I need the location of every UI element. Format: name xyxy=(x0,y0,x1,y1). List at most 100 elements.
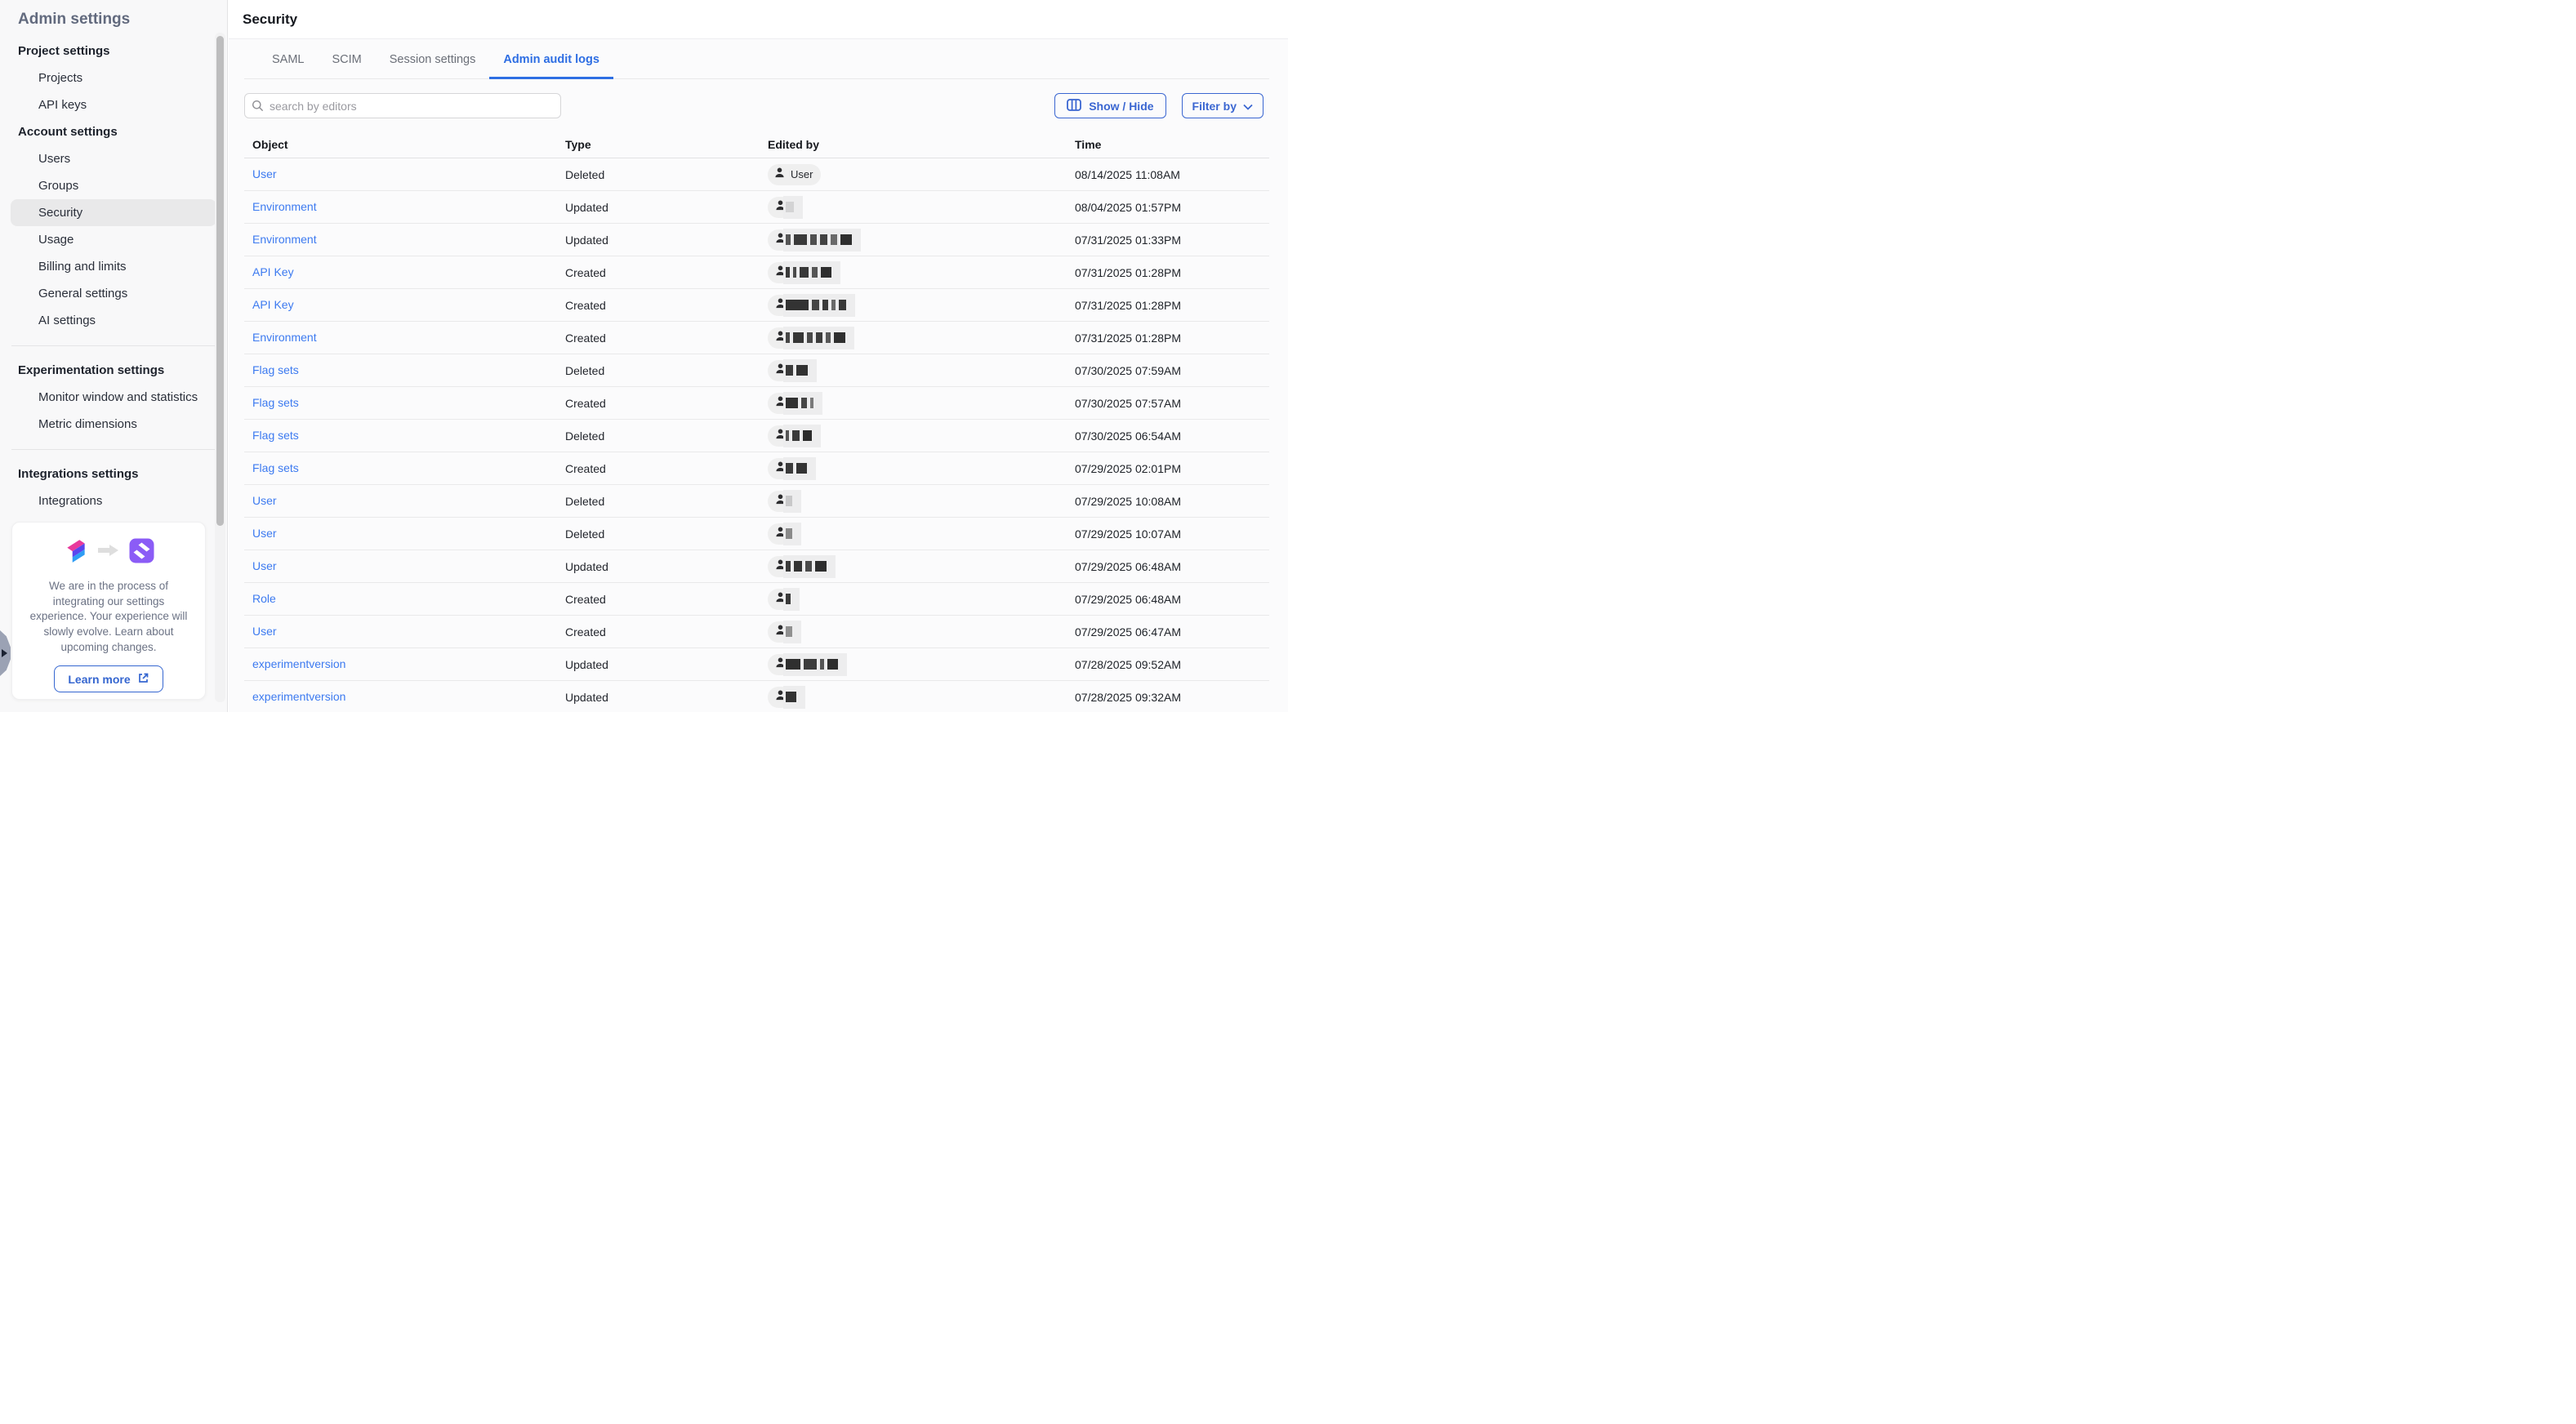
sidebar-item-monitor-window-and-statistics[interactable]: Monitor window and statistics xyxy=(11,384,216,411)
redacted-editor-name xyxy=(783,229,861,251)
object-link[interactable]: User xyxy=(252,559,277,572)
edited-by-cell xyxy=(768,588,1075,611)
redaction-block xyxy=(820,659,824,670)
time-cell: 07/29/2025 06:48AM xyxy=(1075,560,1269,573)
redaction-block xyxy=(810,398,813,408)
sidebar-item-groups[interactable]: Groups xyxy=(11,172,216,199)
time-cell: 07/29/2025 10:08AM xyxy=(1075,495,1269,508)
type-cell: Deleted xyxy=(565,527,768,541)
sidebar-section-heading-account-settings: Account settings xyxy=(0,118,227,145)
redaction-block xyxy=(792,430,800,441)
object-cell: experimentversion xyxy=(244,657,565,672)
sidebar-item-billing-and-limits[interactable]: Billing and limits xyxy=(11,253,216,280)
object-link[interactable]: Environment xyxy=(252,200,317,213)
sidebar-title: Admin settings xyxy=(0,0,227,38)
type-cell: Created xyxy=(565,397,768,410)
object-link[interactable]: User xyxy=(252,167,277,180)
object-link[interactable]: Role xyxy=(252,592,276,605)
time-cell: 07/30/2025 06:54AM xyxy=(1075,429,1269,443)
redaction-block xyxy=(826,332,831,343)
redaction-block xyxy=(804,659,817,670)
object-cell: User xyxy=(244,559,565,574)
sidebar-section-heading-integrations-settings: Integrations settings xyxy=(0,461,227,487)
sidebar-item-metric-dimensions[interactable]: Metric dimensions xyxy=(11,411,216,438)
search-input[interactable] xyxy=(244,93,561,118)
edited-by-cell xyxy=(768,490,1075,513)
learn-more-button[interactable]: Learn more xyxy=(54,665,163,692)
object-link[interactable]: User xyxy=(252,527,277,540)
time-cell: 07/29/2025 10:07AM xyxy=(1075,527,1269,541)
time-cell: 07/30/2025 07:57AM xyxy=(1075,397,1269,410)
object-link[interactable]: Flag sets xyxy=(252,429,299,442)
object-link[interactable]: Environment xyxy=(252,331,317,344)
sidebar-item-ai-settings[interactable]: AI settings xyxy=(11,307,216,334)
table-row: Flag setsCreated07/29/2025 02:01PM xyxy=(244,452,1269,485)
sidebar-item-general-settings[interactable]: General settings xyxy=(11,280,216,307)
object-link[interactable]: Flag sets xyxy=(252,461,299,474)
redacted-editor-name xyxy=(783,686,805,709)
object-link[interactable]: Flag sets xyxy=(252,363,299,376)
tab-admin-audit-logs[interactable]: Admin audit logs xyxy=(489,39,613,79)
time-cell: 07/28/2025 09:52AM xyxy=(1075,658,1269,671)
redaction-block xyxy=(786,463,793,474)
sidebar-item-usage[interactable]: Usage xyxy=(11,226,216,253)
time-cell: 07/28/2025 09:32AM xyxy=(1075,691,1269,704)
sidebar-item-users[interactable]: Users xyxy=(11,145,216,172)
edited-by-cell xyxy=(768,523,1075,545)
type-cell: Updated xyxy=(565,560,768,573)
redaction-block xyxy=(786,626,792,637)
show-hide-button[interactable]: Show / Hide xyxy=(1054,93,1165,118)
redacted-editor-name xyxy=(783,294,855,317)
redaction-block xyxy=(831,300,836,310)
redacted-editor-name xyxy=(783,196,803,219)
object-link[interactable]: experimentversion xyxy=(252,690,345,703)
object-link[interactable]: API Key xyxy=(252,265,294,278)
object-link[interactable]: User xyxy=(252,494,277,507)
redaction-block xyxy=(831,234,837,245)
tab-scim[interactable]: SCIM xyxy=(319,39,376,79)
tab-saml[interactable]: SAML xyxy=(258,39,319,79)
redacted-editor-name xyxy=(783,523,801,545)
edited-by-cell xyxy=(768,261,1075,284)
object-link[interactable]: Environment xyxy=(252,233,317,246)
redaction-block xyxy=(821,267,831,278)
redaction-block xyxy=(810,234,817,245)
redaction-block xyxy=(800,267,809,278)
sidebar-divider xyxy=(11,449,216,450)
promo-card: We are in the process of integrating our… xyxy=(11,522,206,700)
sidebar-item-projects[interactable]: Projects xyxy=(11,65,216,91)
redacted-editor-name xyxy=(783,653,847,676)
type-cell: Created xyxy=(565,462,768,475)
filter-by-label: Filter by xyxy=(1192,100,1237,113)
redaction-block xyxy=(815,561,827,572)
sidebar-item-api-keys[interactable]: API keys xyxy=(11,91,216,118)
time-cell: 07/31/2025 01:28PM xyxy=(1075,266,1269,279)
promo-logos xyxy=(12,537,205,567)
object-link[interactable]: API Key xyxy=(252,298,294,311)
harness-logo xyxy=(129,538,154,567)
filter-by-button[interactable]: Filter by xyxy=(1182,93,1263,118)
object-link[interactable]: Flag sets xyxy=(252,396,299,409)
redaction-block xyxy=(786,234,791,245)
type-cell: Deleted xyxy=(565,429,768,443)
time-cell: 07/29/2025 06:47AM xyxy=(1075,625,1269,639)
type-cell: Created xyxy=(565,266,768,279)
person-icon xyxy=(773,167,786,183)
sidebar-scrollbar-thumb[interactable] xyxy=(216,36,224,526)
sidebar-item-integrations[interactable]: Integrations xyxy=(11,487,216,514)
tab-session-settings[interactable]: Session settings xyxy=(376,39,490,79)
table-row: UserCreated07/29/2025 06:47AM xyxy=(244,616,1269,648)
sidebar: Admin settings Project settingsProjectsA… xyxy=(0,0,228,712)
time-cell: 07/31/2025 01:28PM xyxy=(1075,299,1269,312)
columns-icon xyxy=(1067,99,1081,113)
edited-by-cell xyxy=(768,196,1075,219)
redaction-block xyxy=(786,528,792,539)
edited-by-cell xyxy=(768,555,1075,578)
table-row: API Key Created 07/31/2025 01:28PM xyxy=(244,256,1269,289)
object-link[interactable]: experimentversion xyxy=(252,657,345,670)
redacted-editor-name xyxy=(783,490,801,513)
object-link[interactable]: User xyxy=(252,625,277,638)
edited-by-cell xyxy=(768,359,1075,382)
sidebar-item-security[interactable]: Security xyxy=(11,199,216,226)
redacted-editor-name xyxy=(783,555,836,578)
